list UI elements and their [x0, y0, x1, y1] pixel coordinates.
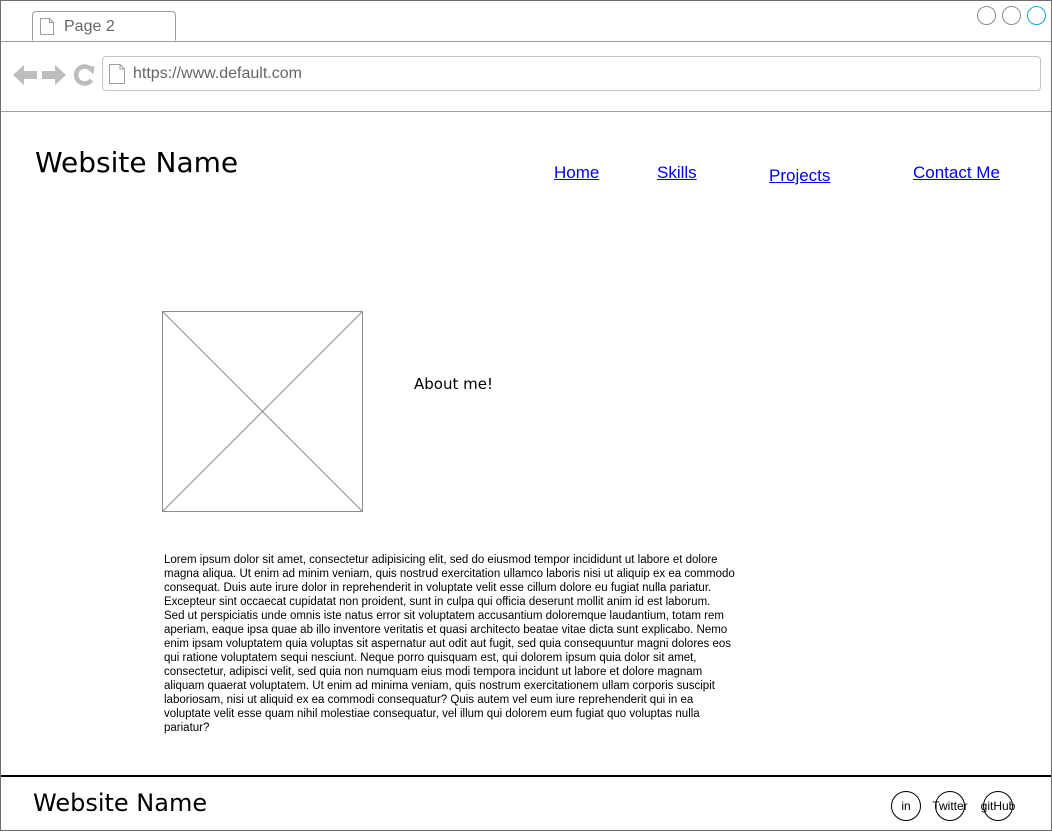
minimize-button[interactable] [977, 6, 996, 25]
nav-link-home[interactable]: Home [554, 163, 599, 183]
maximize-button[interactable] [1002, 6, 1021, 25]
twitter-link[interactable]: Twitter [932, 791, 968, 821]
reload-icon[interactable] [73, 64, 95, 91]
nav-link-contact[interactable]: Contact Me [913, 163, 1000, 183]
footer: Website Name in Twitter gitHub [1, 775, 1051, 832]
about-heading: About me! [414, 375, 493, 393]
github-link[interactable]: gitHub [980, 791, 1016, 821]
about-body-text: Lorem ipsum dolor sit amet, consectetur … [164, 554, 735, 734]
address-bar[interactable]: https://www.default.com [102, 56, 1041, 91]
site-title: Website Name [35, 146, 239, 179]
footer-site-title: Website Name [33, 789, 208, 817]
forward-arrow-icon[interactable] [42, 64, 66, 91]
page-icon [109, 64, 125, 89]
github-label: gitHub [980, 799, 1016, 813]
linkedin-label: in [901, 799, 911, 813]
page-icon [40, 18, 54, 40]
tab-label: Page 2 [64, 18, 115, 35]
url-text: https://www.default.com [133, 65, 302, 82]
browser-toolbar: https://www.default.com [1, 42, 1051, 112]
close-button[interactable] [1027, 6, 1046, 25]
nav-link-projects[interactable]: Projects [769, 166, 830, 186]
nav-link-skills[interactable]: Skills [657, 163, 697, 183]
browser-window: Page 2 https://www.default.com Website N… [0, 0, 1052, 831]
profile-image-placeholder [162, 311, 364, 518]
tab-page-2[interactable]: Page 2 [32, 11, 176, 41]
twitter-label: Twitter [932, 799, 968, 813]
linkedin-link[interactable]: in [891, 791, 921, 821]
tab-bar: Page 2 [1, 1, 1051, 42]
back-arrow-icon[interactable] [13, 64, 37, 91]
